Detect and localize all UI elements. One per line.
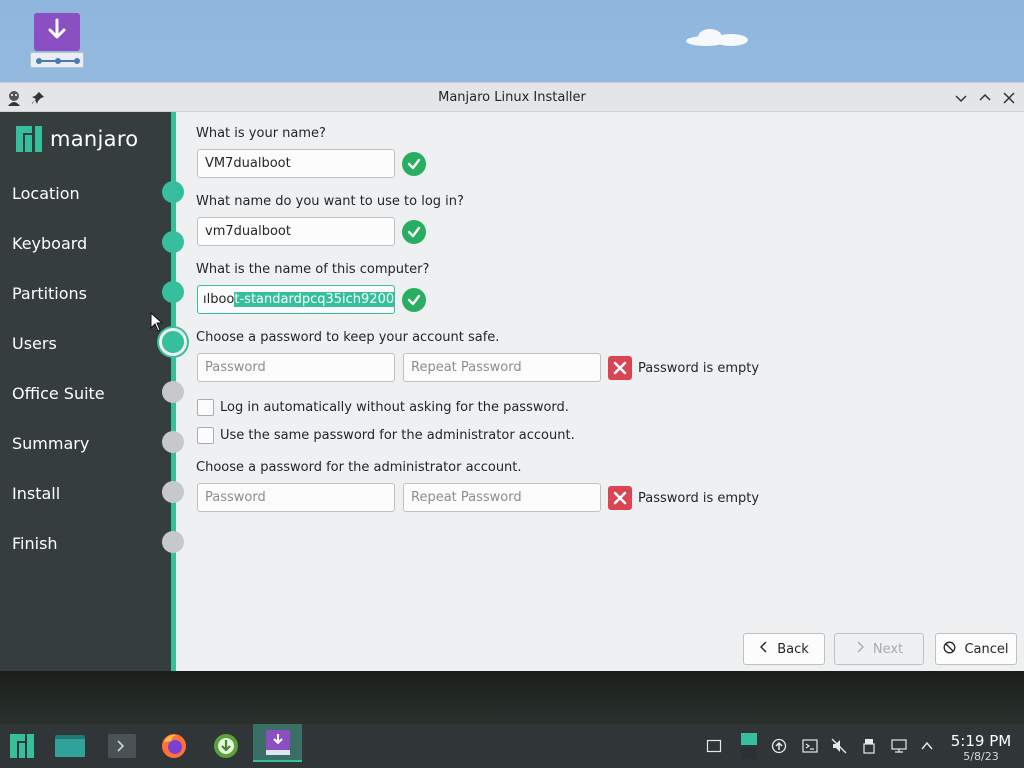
repeat-password-input[interactable] [403, 353, 601, 382]
step-office-suite: Office Suite [12, 384, 105, 403]
step-marker-install [162, 481, 184, 503]
hostname-selected-text: t-standardpcq35ich92009 [234, 292, 394, 307]
hostname-valid-icon [402, 288, 426, 312]
title-bar: Manjaro Linux Installer [0, 83, 1024, 112]
chevron-right-icon [855, 641, 865, 657]
manjaro-logo-icon [16, 126, 42, 152]
step-marker-office-suite [162, 381, 184, 403]
brand: manjaro [16, 124, 138, 154]
installer-task-icon[interactable] [253, 724, 302, 762]
step-users: Users [12, 334, 57, 353]
step-marker-location [162, 181, 184, 203]
admin-repeat-password-input[interactable] [403, 483, 601, 512]
cancel-button-label: Cancel [964, 641, 1009, 657]
password-error-icon [608, 356, 632, 380]
mouse-pointer-icon [150, 311, 164, 336]
window-title: Manjaro Linux Installer [438, 90, 586, 105]
steps-sidebar: manjaro Location Keyboard Partitions Use… [0, 112, 171, 672]
step-finish: Finish [12, 534, 58, 553]
chevron-left-icon [759, 641, 769, 657]
password-question: Choose a password to keep your account s… [196, 330, 500, 345]
next-button[interactable]: Next [834, 633, 924, 665]
autologin-label[interactable]: Log in automatically without asking for … [220, 400, 569, 415]
updates-icon[interactable] [771, 738, 787, 754]
next-button-label: Next [872, 641, 904, 657]
step-marker-finish [162, 531, 184, 553]
login-valid-icon [402, 220, 426, 244]
hostname-input[interactable]: ılboot-standardpcq35ich92009 [197, 285, 395, 314]
console-icon[interactable] [802, 738, 818, 754]
clock-time: 5:19 PM [950, 732, 1012, 750]
admin-password-error-icon [608, 486, 632, 510]
step-marker-partitions [162, 281, 184, 303]
clock-date: 5/8/23 [963, 750, 999, 763]
usb-icon[interactable] [861, 738, 877, 754]
virtual-desktop-icon[interactable] [741, 733, 757, 759]
desktop-background [0, 671, 1024, 724]
hostname-text: ılboo [203, 292, 235, 307]
admin-password-question: Choose a password for the administrator … [196, 460, 522, 475]
back-button[interactable]: Back [743, 633, 825, 665]
step-marker-summary [162, 431, 184, 453]
login-question: What name do you want to use to log in? [196, 194, 464, 209]
network-icon[interactable] [891, 738, 907, 754]
muted-volume-icon[interactable] [831, 738, 847, 754]
step-install: Install [12, 484, 61, 503]
maximize-icon[interactable] [975, 88, 995, 108]
autologin-checkbox[interactable] [197, 399, 214, 416]
hostname-question: What is the name of this computer? [196, 262, 430, 277]
downloader-icon[interactable] [210, 730, 242, 762]
step-summary: Summary [12, 434, 90, 453]
back-button-label: Back [777, 641, 809, 657]
name-question: What is your name? [196, 126, 326, 141]
taskbar: 5:19 PM 5/8/23 [0, 724, 1024, 768]
firefox-icon[interactable] [158, 730, 190, 762]
full-name-input[interactable] [197, 149, 395, 178]
manjaro-menu-icon[interactable] [6, 730, 38, 762]
cancel-button[interactable]: Cancel [935, 633, 1017, 665]
name-valid-icon [402, 152, 426, 176]
notes-icon[interactable] [706, 738, 722, 754]
login-name-input[interactable] [197, 217, 395, 246]
installer-desktop-icon[interactable] [28, 10, 86, 70]
admin-password-status: Password is empty [638, 491, 760, 506]
same-admin-password-checkbox[interactable] [197, 427, 214, 444]
password-status: Password is empty [638, 361, 760, 376]
installer-window: Manjaro Linux Installer manjaro Location… [0, 82, 1024, 672]
clock[interactable]: 5:19 PM 5/8/23 [946, 732, 1016, 763]
step-marker-keyboard [162, 231, 184, 253]
close-icon[interactable] [999, 88, 1019, 108]
admin-password-input[interactable] [197, 483, 395, 512]
same-admin-password-label[interactable]: Use the same password for the administra… [220, 428, 575, 443]
cloud-decoration [680, 26, 760, 48]
step-location: Location [12, 184, 80, 203]
step-partitions: Partitions [12, 284, 88, 303]
terminal-icon[interactable] [106, 730, 138, 762]
tray-expand-icon[interactable] [919, 738, 935, 754]
minimize-icon[interactable] [951, 88, 971, 108]
brand-name: manjaro [50, 127, 139, 151]
file-manager-icon[interactable] [54, 730, 86, 762]
step-keyboard: Keyboard [12, 234, 88, 253]
cancel-icon [943, 641, 956, 658]
password-input[interactable] [197, 353, 395, 382]
